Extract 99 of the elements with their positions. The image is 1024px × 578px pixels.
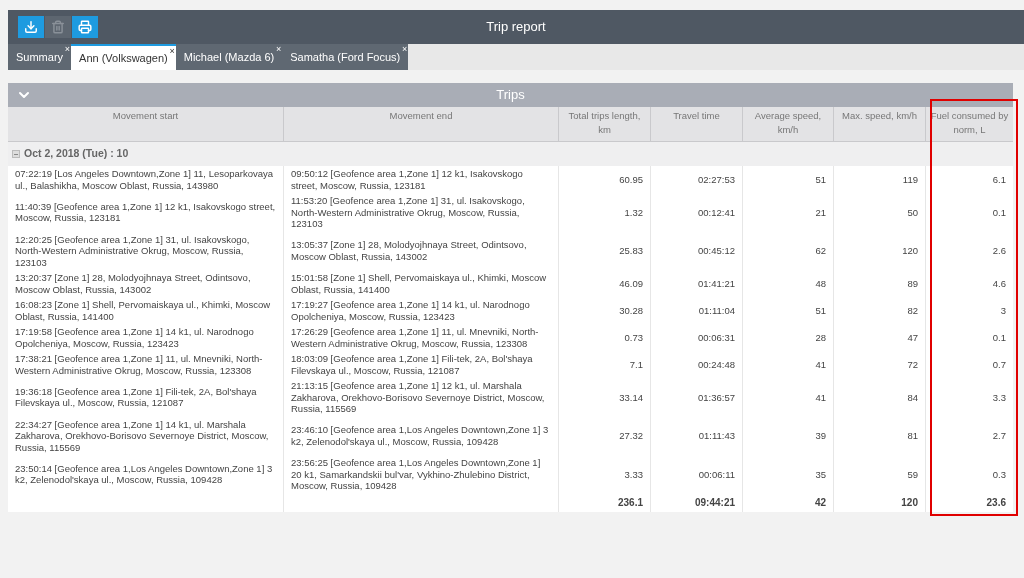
panel-title: Trips [496, 86, 525, 105]
table-cell: 17:26:29 [Geofence area 1,Zone 1] 11, ul. Mnevniki, North-Western Administrative Okrug, Moscow, Russia, 123308 [283, 324, 558, 351]
table-cell: 0.1 [925, 324, 1013, 351]
tab[interactable]: Samatha (Ford Focus) × [282, 44, 409, 70]
trash-icon [51, 20, 65, 34]
tab[interactable]: Michael (Mazda 6) × [175, 44, 283, 70]
table-cell: 119 [833, 166, 925, 193]
table-cell-text: 22:34:27 [Geofence area 1,Zone 1] 14 k1, ul. Marshala Zakharova, Orekhovo-Borisovo Severnoye District, Moscow, Russia, 115569 [14, 417, 270, 455]
table-cell: 3.3 [925, 378, 1013, 417]
table-cell: 21 [742, 193, 833, 232]
table-cell-text: 17:38:21 [Geofence area 1,Zone 1] 11, ul. Mnevniki, North-Western Administrative Okrug, Moscow, Russia, 123308 [14, 352, 264, 378]
table-cell: 23:46:10 [Geofence area 1,Los Angeles Downtown,Zone 1] 3 k2, Zelenodol'skaya ul., Moscow, Russia, 109428 [283, 416, 558, 455]
table-cell: 0.73 [558, 324, 650, 351]
column-header: Movement end [283, 107, 558, 141]
table-cell-text: 23:50:14 [Geofence area 1,Los Angeles Downtown,Zone 1] 3 k2, Zelenodol'skaya ul., Moscow, Russia, 109428 [14, 461, 274, 488]
table-cell: 81 [833, 416, 925, 455]
table-cell: 84 [833, 378, 925, 417]
collapse-icon[interactable] [12, 150, 20, 158]
window-title: Trip report [486, 18, 546, 37]
table-cell-text: 07:22:19 [Los Angeles Downtown,Zone 1] 11, Lesoparkovaya ul., Balashikha, Moscow Oblast, Russia, 143980 [14, 167, 275, 193]
table-cell: 23:56:25 [Geofence area 1,Los Angeles Downtown,Zone 1] 20 k1, Samarkandskii bul'var, Vykhino-Zhulebino District, Moscow, Russia, 109428 [283, 455, 558, 494]
tab[interactable]: Ann (Volkswagen)× [71, 44, 176, 70]
column-header: Movement start [111, 109, 180, 123]
table-cell: 28 [742, 324, 833, 351]
table-cell: 82 [833, 297, 925, 324]
tab-close-button[interactable]: × [402, 44, 408, 54]
table-cell: 25.83 [558, 231, 650, 270]
table-cell: 7.1 [558, 351, 650, 378]
table-cell: 62 [742, 231, 833, 270]
total-value: 23.6 [986, 496, 1006, 510]
table-cell: 89 [833, 270, 925, 297]
table-cell: 00:06:11 [650, 455, 742, 494]
tab-close-button[interactable]: × [169, 46, 175, 56]
total-value: 236.1 [617, 496, 643, 510]
column-header: Total trips length, km [558, 107, 650, 141]
table-cell: 48 [742, 270, 833, 297]
table-cell: 01:11:04 [650, 297, 742, 324]
table-cell: 3 [925, 297, 1013, 324]
printer-icon [78, 20, 92, 34]
table-cell: 00:12:41 [650, 193, 742, 232]
print-button[interactable] [72, 16, 98, 38]
tab[interactable]: Summary × [8, 44, 72, 70]
table-cell: 13:05:37 [Zone 1] 28, Molodyojhnaya Street, Odintsovo, Moscow Oblast, Russia, 143002 [283, 231, 558, 270]
table-cell: 01:36:57 [650, 378, 742, 417]
table-cell-text: 17:19:58 [Geofence area 1,Zone 1] 14 k1, ul. Narodnogo Opolcheniya, Moscow, Russia, 123423 [14, 325, 255, 351]
table-cell: 18:03:09 [Geofence area 1,Zone 1] Fili-tek, 2A, Bol'shaya Filevskaya ul., Moscow, Russia, 121087 [283, 351, 558, 378]
table-cell: 51 [742, 297, 833, 324]
table-cell: 01:41:21 [650, 270, 742, 297]
tab-close-button[interactable]: × [64, 44, 71, 54]
table-cell: 35 [742, 455, 833, 494]
table-cell: 01:11:43 [650, 416, 742, 455]
table-cell: 21:13:15 [Geofence area 1,Zone 1] 12 k1, ul. Marshala Zakharova, Orekhovo-Borisovo Severnoye District, Moscow, Russia, 115569 [283, 378, 558, 417]
table-cell: 30.28 [558, 297, 650, 324]
total-value: 120 [901, 496, 918, 510]
table-cell: 39 [742, 416, 833, 455]
total-value: 09:44:21 [694, 496, 735, 510]
tab-close-button[interactable]: × [275, 44, 282, 54]
table-cell-text: 13:20:37 [Zone 1] 28, Molodyojhnaya Street, Odintsovo, Moscow Oblast, Russia, 143002 [14, 271, 252, 297]
table-cell: 46.09 [558, 270, 650, 297]
table-cell-text: 16:08:23 [Zone 1] Shell, Pervomaiskaya ul., Khimki, Moscow Oblast, Russia, 141400 [14, 298, 272, 324]
table-cell: 17:19:27 [Geofence area 1,Zone 1] 14 k1, ul. Narodnogo Opolcheniya, Moscow, Russia, 123423 [283, 297, 558, 324]
table-cell: 47 [833, 324, 925, 351]
table-cell: 6.1 [925, 166, 1013, 193]
download-icon [24, 20, 38, 34]
table-cell: 33.14 [558, 378, 650, 417]
table-cell: 00:06:31 [650, 324, 742, 351]
download-button[interactable] [18, 16, 44, 38]
table-cell: 2.6 [925, 231, 1013, 270]
table-cell: 2.7 [925, 416, 1013, 455]
column-header: Fuel consumed by norm, L [925, 107, 1013, 141]
table-cell-text: 11:40:39 [Geofence area 1,Zone 1] 12 k1, Isakovskogo street, Moscow, Russia, 123181 [14, 199, 277, 226]
table-cell: 0.7 [925, 351, 1013, 378]
table-cell: 120 [833, 231, 925, 270]
column-header: Travel time [650, 107, 742, 141]
table-cell-text: 19:36:18 [Geofence area 1,Zone 1] Fili-tek, 2A, Bol'shaya Filevskaya ul., Moscow, Russia, 121087 [14, 384, 258, 411]
table-cell: 09:50:12 [Geofence area 1,Zone 1] 12 k1, Isakovskogo street, Moscow, Russia, 123181 [283, 166, 558, 193]
table-cell: 00:24:48 [650, 351, 742, 378]
total-value: 42 [814, 496, 826, 510]
table-cell: 0.3 [925, 455, 1013, 494]
table-cell: 60.95 [558, 166, 650, 193]
table-cell: 02:27:53 [650, 166, 742, 193]
table-cell: 3.33 [558, 455, 650, 494]
table-cell: 41 [742, 378, 833, 417]
column-header: Average speed, km/h [742, 107, 833, 141]
table-cell: 51 [742, 166, 833, 193]
table-cell: 0.1 [925, 193, 1013, 232]
table-cell: 15:01:58 [Zone 1] Shell, Pervomaiskaya ul., Khimki, Moscow Oblast, Russia, 141400 [283, 270, 558, 297]
table-cell: 59 [833, 455, 925, 494]
table-cell: 11:53:20 [Geofence area 1,Zone 1] 31, ul. Isakovskogo, North-Western Administrative Okrug, Moscow, Russia, 123103 [283, 193, 558, 232]
group-label: Oct 2, 2018 (Tue) : 10 [24, 146, 129, 162]
table-cell: 00:45:12 [650, 231, 742, 270]
table-cell: 27.32 [558, 416, 650, 455]
table-cell: 50 [833, 193, 925, 232]
table-cell: 41 [742, 351, 833, 378]
table-cell: 4.6 [925, 270, 1013, 297]
table-cell: 1.32 [558, 193, 650, 232]
column-header: Max. speed, km/h [833, 107, 925, 141]
table-cell-text: 12:20:25 [Geofence area 1,Zone 1] 31, ul. Isakovskogo, North-Western Administrative Okrug, Moscow, Russia, 123103 [14, 232, 251, 270]
table-cell: 72 [833, 351, 925, 378]
